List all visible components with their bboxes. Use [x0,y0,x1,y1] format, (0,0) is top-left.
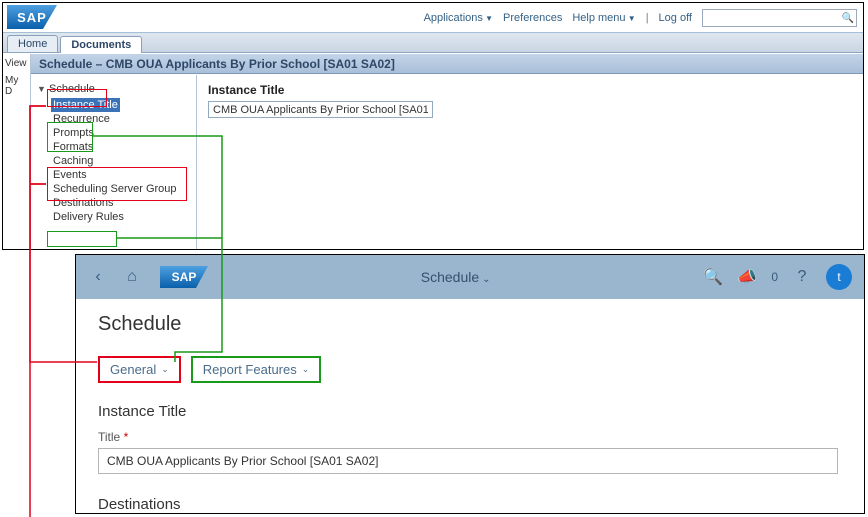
caret-down-icon: ▼ [483,14,493,23]
schedule-tree: ▼ Schedule Instance Title Recurrence Pro… [31,75,197,249]
tree-item-instance-title[interactable]: Instance Title [51,98,120,112]
instance-title-input-new[interactable] [98,448,838,474]
general-section-button[interactable]: General⌄ [98,356,181,383]
tree-item-recurrence[interactable]: Recurrence [51,112,112,126]
caret-down-icon: ▼ [37,84,46,94]
applications-link[interactable]: Applications ▼ [424,12,493,24]
tree-item-delivery-rules[interactable]: Delivery Rules [51,210,126,224]
top-right-icons: 🔍 📣 0 ? t [703,264,852,290]
new-ui-panel: ‹ ⌂ SAP Schedule⌄ 🔍 📣 0 ? t Schedule Gen… [75,254,865,514]
tree-root[interactable]: ▼ Schedule [37,83,190,95]
left-strip: View My D [3,54,31,249]
page-title: Schedule [98,313,842,336]
chevron-down-icon: ⌄ [302,364,310,375]
search-icon[interactable]: 🔍 [703,267,723,287]
tree-item-scheduling-server-group[interactable]: Scheduling Server Group [51,182,179,196]
report-features-section-button[interactable]: Report Features⌄ [191,356,321,383]
preferences-link[interactable]: Preferences [503,12,562,24]
header-title[interactable]: Schedule⌄ [222,269,689,285]
old-right-pane: Instance Title [198,75,863,249]
old-ui-panel: SAP Applications ▼ Preferences Help menu… [2,2,864,250]
tree-item-caching[interactable]: Caching [51,154,95,168]
tree-item-prompts[interactable]: Prompts [51,126,96,140]
destinations-heading: Destinations [98,496,842,513]
sap-logo-text: SAP [172,270,197,284]
new-body: Schedule General⌄ Report Features⌄ Insta… [76,299,864,514]
sap-logo: SAP [7,5,57,29]
notifications-icon[interactable]: 📣 [737,267,757,287]
new-topbar: ‹ ⌂ SAP Schedule⌄ 🔍 📣 0 ? t [76,255,864,299]
required-indicator: * [124,430,129,444]
panel-header: Schedule – CMB OUA Applicants By Prior S… [31,54,863,74]
tree-item-formats[interactable]: Formats [51,140,95,154]
back-icon[interactable]: ‹ [88,267,108,287]
help-icon[interactable]: ? [792,267,812,287]
chevron-down-icon: ⌄ [482,274,490,285]
old-top-links: Applications ▼ Preferences Help menu ▼ |… [424,9,857,27]
view-label: View [3,54,30,73]
section-buttons: General⌄ Report Features⌄ [98,356,842,383]
caret-down-icon: ▼ [626,14,636,23]
sap-logo: SAP [160,266,208,288]
myd-label: My D [3,73,30,99]
separator: | [646,12,649,24]
notification-count: 0 [771,270,778,284]
home-icon[interactable]: ⌂ [122,267,142,287]
logoff-link[interactable]: Log off [659,12,692,24]
tree-item-events[interactable]: Events [51,168,89,182]
instance-title-heading: Instance Title [208,83,853,97]
sap-logo-shape: SAP [7,5,57,29]
tabs-row: Home Documents [3,33,863,53]
tab-documents[interactable]: Documents [60,36,142,53]
sap-logo-text: SAP [17,10,47,25]
tab-home[interactable]: Home [7,35,58,52]
instance-title-heading: Instance Title [98,403,842,420]
help-menu-link[interactable]: Help menu ▼ [572,12,635,24]
avatar[interactable]: t [826,264,852,290]
instance-title-input-old[interactable] [208,101,433,118]
tree-item-destinations[interactable]: Destinations [51,196,116,210]
old-topbar: SAP Applications ▼ Preferences Help menu… [3,3,863,33]
title-field-label: Title * [98,430,842,444]
search-icon: 🔍 [842,13,854,24]
chevron-down-icon: ⌄ [161,364,169,375]
search-input[interactable]: 🔍 [702,9,857,27]
